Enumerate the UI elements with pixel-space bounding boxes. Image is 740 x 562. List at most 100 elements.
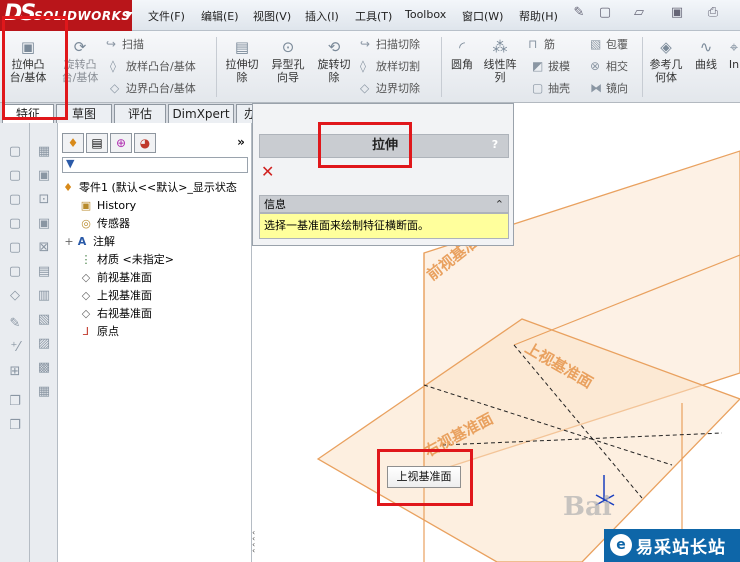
rib-icon: ⊓ [528, 37, 538, 51]
menu-file[interactable]: 文件(F) [148, 8, 185, 24]
extrude-cut-button[interactable]: ▤ 拉伸切 除 [220, 37, 264, 84]
grid-icon[interactable]: ▦ [35, 143, 53, 161]
material-icon: ⋮ [80, 253, 92, 266]
tree-item-origin[interactable]: ⅃ 原点 [78, 323, 119, 340]
panel-collapse-handle[interactable]: ‹ ‹ ‹ ‹ [252, 529, 260, 558]
feature-icon[interactable]: ▧ [35, 311, 53, 329]
cube-view-icon[interactable]: ▢ [6, 167, 24, 185]
sweep-label: 扫描 [122, 38, 144, 51]
fillet-icon: ◜ [459, 38, 465, 56]
help-icon[interactable]: ? [488, 138, 502, 152]
intersect-label: 相交 [606, 60, 628, 73]
menu-window[interactable]: 窗口(W) [462, 8, 503, 24]
display-manager-tab-icon[interactable]: ◕ [134, 133, 156, 153]
open-folder-icon[interactable]: ▱ [630, 5, 648, 23]
mirror-button[interactable]: ⧓ 镜向 [590, 80, 628, 98]
copy-icon[interactable]: ❐ [6, 393, 24, 411]
tree-item-material[interactable]: ⋮ 材质 <未指定> [78, 251, 174, 268]
intersect-button[interactable]: ⊗ 相交 [590, 58, 628, 76]
info-group-header[interactable]: 信息 ⌃ [259, 195, 509, 213]
site-watermark: e 易采站长站 [604, 529, 740, 562]
pin-icon[interactable]: ✎ [570, 5, 588, 23]
configuration-manager-tab-icon[interactable]: ⊕ [110, 133, 132, 153]
feature-icon[interactable]: ▩ [35, 359, 53, 377]
feature-icon[interactable]: ⊡ [35, 191, 53, 209]
menu-edit[interactable]: 编辑(E) [201, 8, 239, 24]
collapse-chevron-icon[interactable]: ⌃ [495, 197, 504, 212]
loft-icon: ◊ [110, 59, 116, 73]
feature-icon[interactable]: ▥ [35, 287, 53, 305]
expand-plus-icon[interactable]: + [64, 233, 74, 250]
feature-icon[interactable]: ▨ [35, 335, 53, 353]
boundary-boss-button[interactable]: ◇ 边界凸台/基体 [110, 80, 196, 98]
smart-dimension-icon[interactable]: ⁺⁄ [6, 339, 24, 357]
feature-icon[interactable]: ▣ [35, 215, 53, 233]
tree-item-top-plane[interactable]: ◇ 上视基准面 [78, 287, 152, 304]
cube-view-icon[interactable]: ◇ [6, 287, 24, 305]
linear-pattern-button[interactable]: ⁂ 线性阵 列 [478, 37, 522, 84]
tree-item-front-plane[interactable]: ◇ 前视基准面 [78, 269, 152, 286]
sweep-button[interactable]: ↪ 扫描 [106, 36, 144, 54]
hole-wizard-button[interactable]: ⊙ 异型孔 向导 [266, 37, 310, 84]
boundary-cut-button[interactable]: ◇ 边界切除 [360, 80, 420, 98]
info-group-label: 信息 [264, 198, 286, 211]
tree-item-history[interactable]: ▣ History [78, 197, 136, 214]
table-icon[interactable]: ▦ [35, 383, 53, 401]
wrap-icon: ▧ [590, 37, 602, 51]
cube-view-icon[interactable]: ▢ [6, 239, 24, 257]
revolve-cut-button[interactable]: ⟲ 旋转切 除 [312, 37, 356, 84]
linear-pattern-icon: ⁂ [492, 38, 508, 56]
copy-icon[interactable]: ❐ [6, 417, 24, 435]
menu-tools[interactable]: 工具(T) [355, 8, 392, 24]
feature-manager-tab-icon[interactable]: ♦ [62, 133, 84, 153]
reference-geometry-label: 参考几 何体 [649, 58, 683, 84]
curves-button[interactable]: ∿ 曲线 [688, 37, 724, 71]
tree-filter-field[interactable]: ▼ [62, 157, 248, 173]
swept-cut-button[interactable]: ↪ 扫描切除 [360, 36, 420, 54]
tree-root-part[interactable]: ♦ 零件1 (默认<<默认>_显示状态 [60, 179, 237, 196]
feature-icon[interactable]: ⊠ [35, 239, 53, 257]
lofted-cut-button[interactable]: ◊ 放样切割 [360, 58, 420, 76]
tab-evaluate[interactable]: 评估 [114, 104, 166, 123]
cancel-x-icon[interactable]: ✕ [261, 164, 277, 180]
reference-geometry-button[interactable]: ◈ 参考几 何体 [644, 37, 688, 84]
tree-item-label: 材质 <未指定> [97, 253, 174, 266]
tree-item-right-plane[interactable]: ◇ 右视基准面 [78, 305, 152, 322]
tree-item-label: 传感器 [97, 217, 130, 230]
cube-view-icon[interactable]: ▢ [6, 263, 24, 281]
tree-item-annotations[interactable]: + A 注解 [64, 233, 115, 250]
tree-item-sensors[interactable]: ◎ 传感器 [78, 215, 130, 232]
shell-button[interactable]: ▢ 抽壳 [532, 80, 570, 98]
menu-view[interactable]: 视图(V) [253, 8, 291, 24]
feature-manager-tree: ♦ ▤ ⊕ ◕ » ▼ ♦ 零件1 (默认<<默认>_显示状态 ▣ History … [58, 123, 252, 562]
cube-view-icon[interactable]: ▢ [6, 143, 24, 161]
swept-cut-label: 扫描切除 [376, 38, 420, 51]
menu-help[interactable]: 帮助(H) [519, 8, 558, 24]
sensor-icon: ◎ [81, 217, 91, 230]
tab-dimxpert[interactable]: DimXpert [168, 104, 234, 123]
rib-button[interactable]: ⊓ 筋 [528, 36, 555, 54]
save-icon[interactable]: ▣ [668, 5, 686, 23]
expand-chevron-icon[interactable]: » [230, 133, 252, 153]
curves-label: 曲线 [695, 58, 717, 71]
menu-insert[interactable]: 插入(I) [305, 8, 339, 24]
site-watermark-text: 易采站长站 [636, 538, 726, 558]
print-icon[interactable]: ⎙ [704, 5, 722, 23]
loft-button[interactable]: ◊ 放样凸台/基体 [110, 58, 196, 76]
new-document-icon[interactable]: ▢ [596, 5, 614, 23]
cube-view-icon[interactable]: ▢ [6, 191, 24, 209]
lofted-cut-icon: ◊ [360, 59, 366, 73]
intersect-icon: ⊗ [590, 59, 601, 73]
property-manager-tab-icon[interactable]: ▤ [86, 133, 108, 153]
part-icon: ♦ [63, 181, 73, 194]
draft-button[interactable]: ◩ 拔模 [532, 58, 570, 76]
tree-item-label: History [97, 199, 137, 212]
cube-view-icon[interactable]: ▢ [6, 215, 24, 233]
sketch-icon[interactable]: ✎ [6, 315, 24, 333]
instant3d-button[interactable]: ⌖ In [726, 37, 740, 71]
relations-icon[interactable]: ⊞ [6, 363, 24, 381]
menu-toolbox[interactable]: Toolbox [405, 8, 446, 21]
wrap-button[interactable]: ▧ 包覆 [590, 36, 628, 54]
feature-icon[interactable]: ▣ [35, 167, 53, 185]
feature-icon[interactable]: ▤ [35, 263, 53, 281]
